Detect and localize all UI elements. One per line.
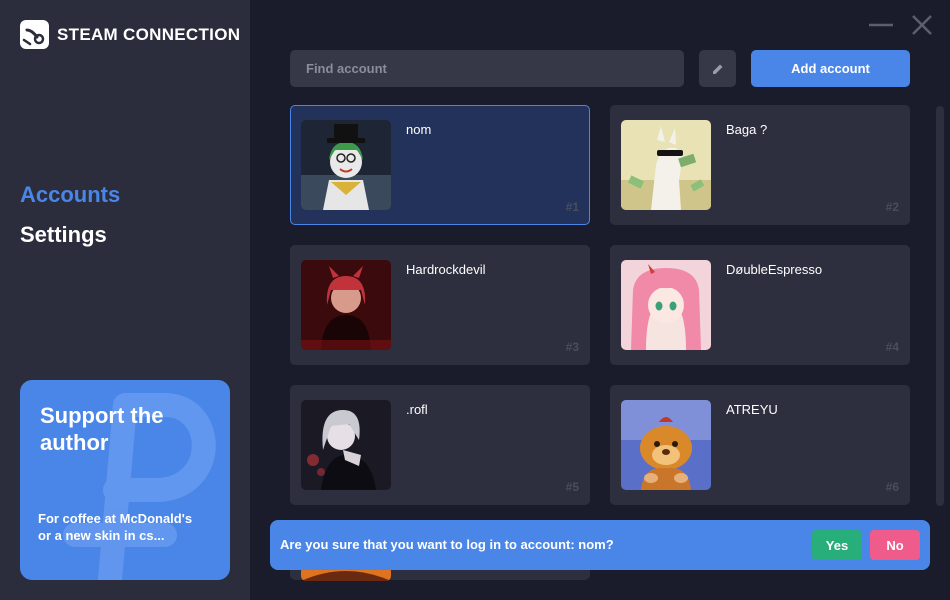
add-account-button[interactable]: Add account (751, 50, 910, 87)
account-name: nom (406, 122, 432, 137)
account-name: Baga ? (726, 122, 768, 137)
account-number: #3 (565, 340, 579, 354)
steam-connection-logo-icon (20, 20, 49, 49)
avatar (621, 260, 711, 350)
avatar (301, 260, 391, 350)
minimize-icon[interactable] (867, 12, 895, 40)
yes-button[interactable]: Yes (812, 530, 862, 560)
close-icon[interactable] (908, 12, 936, 40)
account-name: DøubleEspresso (726, 262, 823, 277)
account-card-atreyu[interactable]: ATREYU #6 (610, 385, 910, 505)
avatar (301, 400, 391, 490)
account-name: ATREYU (726, 402, 778, 417)
account-card-doubleespresso[interactable]: DøubleEspresso #4 (610, 245, 910, 365)
edit-button[interactable] (699, 50, 736, 87)
sidebar-item-settings[interactable]: Settings (20, 215, 120, 255)
support-text: For coffee at McDonald's or a new skin i… (38, 511, 193, 543)
sidebar-nav: Accounts Settings (20, 175, 120, 255)
scrollbar[interactable] (936, 106, 944, 506)
no-button[interactable]: No (870, 530, 920, 560)
account-number: #1 (565, 200, 579, 214)
pencil-icon (712, 64, 722, 74)
account-card-hardrockdevil[interactable]: Hardrockdevil #3 (290, 245, 590, 365)
account-name: .rofl (406, 402, 428, 417)
support-author-card[interactable]: Support the author For coffee at McDonal… (20, 380, 230, 580)
account-number: #5 (565, 480, 579, 494)
account-card-baga[interactable]: Baga ? #2 (610, 105, 910, 225)
search-input[interactable] (290, 50, 684, 87)
sidebar: STEAM CONNECTION Accounts Settings Suppo… (0, 0, 250, 600)
dialog-message: Are you sure that you want to log in to … (280, 537, 614, 552)
avatar (621, 400, 711, 490)
avatar (301, 120, 391, 210)
account-number: #4 (885, 340, 899, 354)
account-name: Hardrockdevil (406, 262, 486, 277)
account-number: #2 (885, 200, 899, 214)
sidebar-item-accounts[interactable]: Accounts (20, 175, 120, 215)
avatar (621, 120, 711, 210)
app-logo: STEAM CONNECTION (20, 20, 240, 49)
account-number: #6 (885, 480, 899, 494)
app-title: STEAM CONNECTION (57, 24, 241, 44)
login-confirmation-dialog: Are you sure that you want to log in to … (270, 520, 930, 570)
account-card-nom[interactable]: nom #1 (290, 105, 590, 225)
support-title: Support the author (40, 403, 164, 455)
account-card-rofl[interactable]: .rofl #5 (290, 385, 590, 505)
